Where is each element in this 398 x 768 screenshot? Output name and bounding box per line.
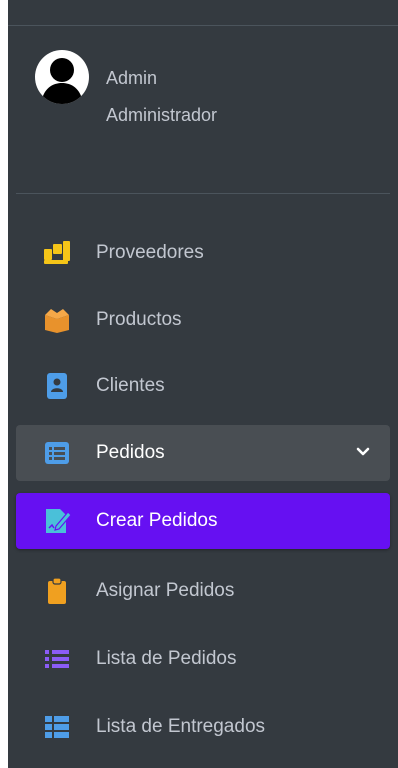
nav-label: Lista de Entregados	[96, 716, 266, 737]
nav-item-proveedores[interactable]: Proveedores	[16, 225, 390, 281]
people-carry-icon	[44, 241, 70, 264]
avatar[interactable]	[35, 50, 89, 104]
nav-item-pedidos[interactable]: Pedidos	[16, 425, 390, 481]
nav-item-clientes[interactable]: Clientes	[16, 358, 390, 414]
nav-label: Clientes	[96, 375, 165, 396]
th-list-icon	[45, 716, 69, 738]
nav-label: Asignar Pedidos	[96, 580, 235, 601]
address-book-icon	[47, 373, 67, 399]
sidebar: Admin Administrador Proveedores Producto…	[8, 0, 398, 768]
nav-label: Lista de Pedidos	[96, 648, 237, 669]
nav-label: Crear Pedidos	[96, 510, 218, 531]
top-divider	[8, 25, 398, 26]
box-open-icon	[45, 309, 69, 333]
nav-label: Proveedores	[96, 242, 204, 263]
user-silhouette-icon	[41, 58, 83, 104]
list-alt-icon	[45, 442, 69, 464]
nav-item-productos[interactable]: Productos	[16, 292, 390, 348]
file-signature-icon	[46, 509, 72, 533]
nav-item-lista-de-entregados[interactable]: Lista de Entregados	[16, 699, 390, 755]
user-panel[interactable]: Admin Administrador	[8, 50, 398, 150]
chevron-down-icon[interactable]	[356, 445, 370, 459]
nav-label: Productos	[96, 309, 182, 330]
user-divider	[16, 193, 390, 194]
nav-label: Pedidos	[96, 442, 165, 463]
user-name[interactable]: Admin	[106, 68, 157, 89]
nav-item-crear-pedidos[interactable]: Crear Pedidos	[16, 493, 390, 549]
user-role: Administrador	[106, 105, 218, 125]
list-icon	[45, 650, 69, 668]
nav-item-asignar-pedidos[interactable]: Asignar Pedidos	[16, 563, 390, 619]
nav-item-lista-de-pedidos[interactable]: Lista de Pedidos	[16, 631, 390, 687]
clipboard-icon	[48, 577, 66, 604]
